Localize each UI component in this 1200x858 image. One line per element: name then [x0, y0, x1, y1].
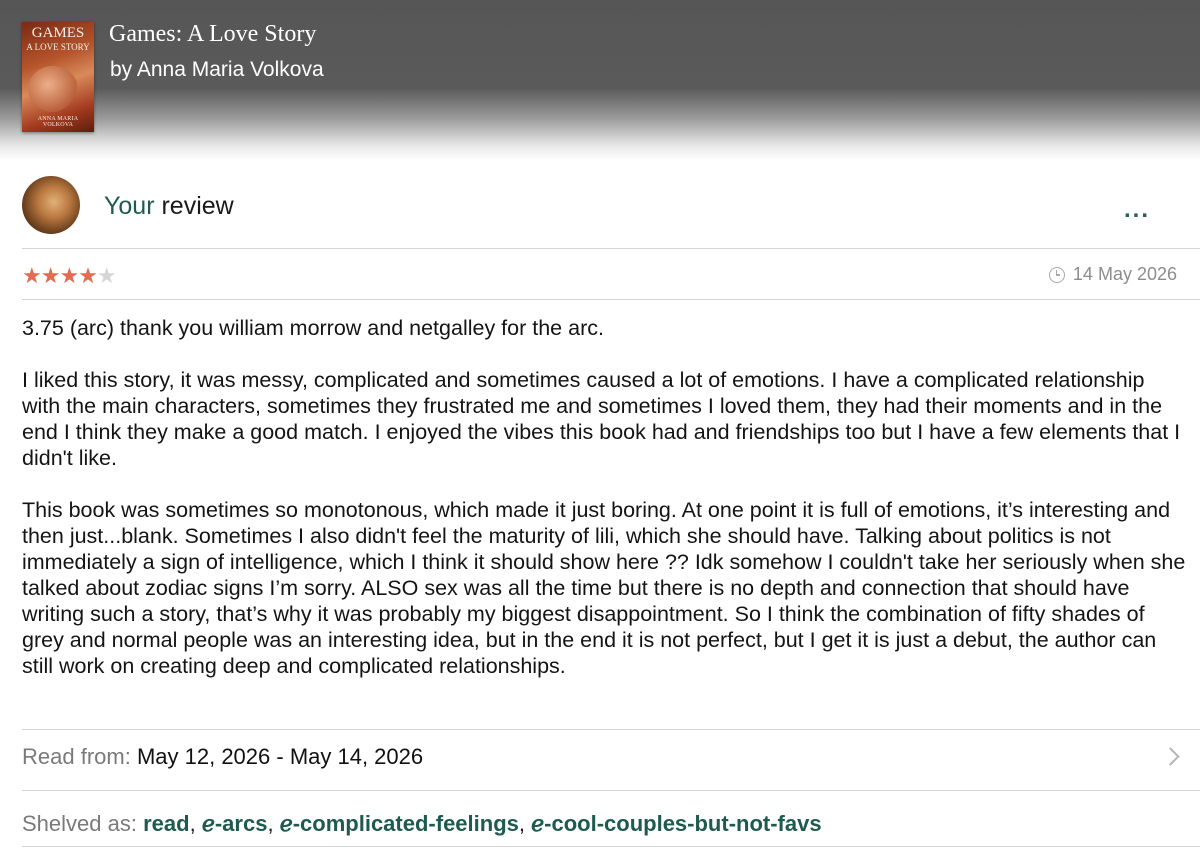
shelves-row: Shelved as: read, ℯ-arcs, ℯ-complicated-… — [22, 811, 822, 837]
clock-icon — [1048, 266, 1065, 283]
divider — [22, 299, 1200, 300]
shelf-separator: , — [518, 811, 526, 836]
avatar[interactable] — [22, 176, 80, 234]
book-header: GAMES A LOVE STORY ANNA MARIA VOLKOVA Ga… — [0, 0, 1200, 160]
divider — [22, 790, 1200, 791]
review-body: 3.75 (arc) thank you william morrow and … — [22, 315, 1187, 705]
review-date: 14 May 2026 — [1048, 264, 1177, 285]
shelf-separator: , — [189, 811, 196, 836]
review-heading-your: Your — [104, 192, 155, 220]
cover-author: ANNA MARIA VOLKOVA — [37, 116, 79, 128]
shelf-link[interactable]: read — [143, 811, 189, 836]
star-rating[interactable]: ★★★★★ — [22, 263, 117, 289]
book-cover[interactable]: GAMES A LOVE STORY ANNA MARIA VOLKOVA — [22, 22, 94, 132]
cover-title: GAMES — [31, 25, 85, 41]
review-paragraph: I liked this story, it was messy, compli… — [22, 368, 1181, 470]
stars-empty: ★ — [96, 263, 117, 288]
stars-filled: ★★★★ — [22, 263, 98, 288]
shelf-link[interactable]: ℯ-cool-couples-but-not-favs — [531, 811, 821, 836]
cover-subtitle: A LOVE STORY — [26, 42, 90, 52]
review-heading: Your review — [104, 192, 234, 221]
read-from-value: May 12, 2026 - May 14, 2026 — [136, 744, 424, 769]
shelved-label: Shelved as: — [22, 811, 137, 836]
review-heading-rest: review — [154, 192, 234, 220]
review-paragraph: 3.75 (arc) thank you william morrow and … — [22, 316, 604, 340]
chevron-right-icon[interactable] — [1161, 747, 1180, 766]
book-author[interactable]: by Anna Maria Volkova — [110, 58, 324, 82]
shelf-separator: , — [267, 811, 274, 836]
divider — [22, 846, 1200, 847]
divider — [22, 729, 1200, 730]
read-dates-row[interactable]: Read from: May 12, 2026 - May 14, 2026 — [22, 744, 423, 770]
review-paragraph: This book was sometimes so monotonous, w… — [22, 498, 1186, 678]
shelf-link[interactable]: ℯ-arcs — [202, 811, 268, 836]
shelf-link[interactable]: ℯ-complicated-feelings — [280, 811, 519, 836]
read-from-label: Read from: — [22, 744, 131, 769]
book-title[interactable]: Games: A Love Story — [109, 21, 316, 48]
cover-art — [28, 66, 78, 112]
divider — [22, 248, 1200, 249]
more-options-button[interactable]: ... — [1124, 196, 1150, 224]
review-date-text: 14 May 2026 — [1072, 264, 1177, 284]
